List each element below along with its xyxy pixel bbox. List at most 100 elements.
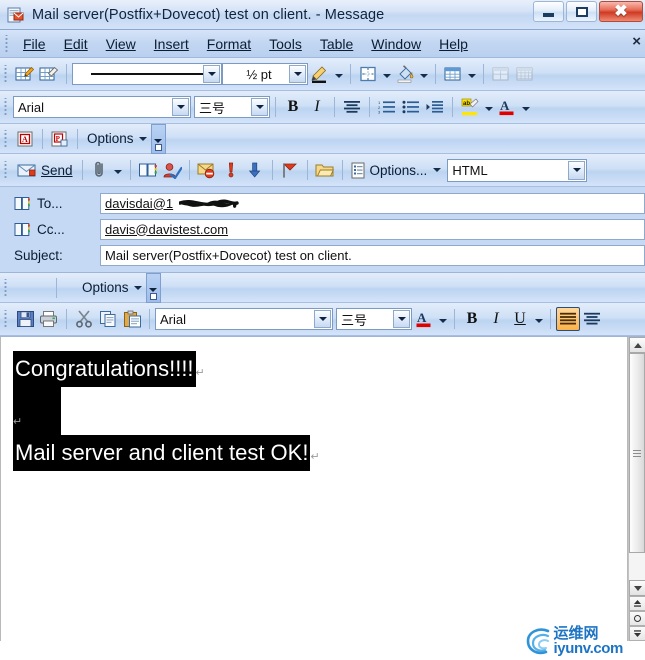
scrollbar-track[interactable] (629, 353, 645, 580)
cc-input[interactable]: davis@davistest.com (100, 218, 645, 240)
toolbar-options-overflow-top[interactable] (150, 123, 166, 154)
insert-file-icon[interactable] (313, 158, 337, 182)
next-page-button[interactable] (628, 626, 645, 641)
options-menu-bottom[interactable]: Options (78, 280, 146, 295)
draw-table-icon[interactable] (13, 62, 37, 86)
tables-toolbar-grip[interactable] (3, 65, 9, 83)
borders-dropdown-arrow[interactable] (380, 63, 393, 85)
font-color-dropdown-arrow[interactable] (519, 96, 532, 118)
font-color-icon[interactable]: A (495, 95, 519, 119)
font-name-dropdown-arrow[interactable] (172, 98, 189, 116)
italic-button[interactable]: I (305, 95, 329, 119)
close-button[interactable]: ✖ (599, 1, 643, 22)
menu-table[interactable]: Table (311, 34, 362, 54)
body-font-color-icon[interactable]: A (412, 307, 436, 331)
options-bottom-grip[interactable] (3, 278, 9, 297)
eraser-icon[interactable] (37, 62, 61, 86)
to-input[interactable]: davisdai@1 (100, 192, 645, 214)
address-book-icon[interactable] (136, 158, 160, 182)
split-cells-icon[interactable] (513, 62, 537, 86)
low-importance-icon[interactable] (243, 158, 267, 182)
numbering-icon[interactable]: 123 (375, 95, 399, 119)
menu-bar-grip[interactable] (4, 34, 10, 53)
font-size-dropdown-arrow[interactable] (251, 98, 268, 116)
menu-file[interactable]: File (14, 34, 55, 54)
merge-cells-icon[interactable] (489, 62, 513, 86)
border-color-dropdown-arrow[interactable] (332, 63, 345, 85)
field-shading-icon[interactable]: A (13, 127, 37, 151)
shading-color-icon[interactable] (393, 62, 417, 86)
subject-input[interactable]: Mail server(Postfix+Dovecot) test on cli… (100, 244, 645, 266)
body-font-name-dropdown-arrow[interactable] (314, 310, 331, 328)
align-center-icon[interactable] (340, 95, 364, 119)
border-color-icon[interactable] (308, 62, 332, 86)
save-icon[interactable] (13, 307, 37, 331)
menu-help[interactable]: Help (430, 34, 477, 54)
print-icon[interactable] (37, 307, 61, 331)
body-underline-dropdown-arrow[interactable] (532, 308, 545, 330)
vertical-scrollbar[interactable] (628, 337, 645, 641)
line-style-dropdown-arrow[interactable] (203, 65, 220, 83)
message-options-button[interactable]: Options... (348, 162, 444, 179)
increase-indent-icon[interactable] (423, 95, 447, 119)
font-name-combo[interactable]: Arial (13, 96, 191, 118)
close-document-icon[interactable]: × (632, 34, 641, 49)
paste-icon[interactable] (120, 307, 144, 331)
body-underline-button[interactable]: U (508, 307, 532, 331)
body-font-size-combo[interactable]: 三号 (336, 308, 412, 330)
minimize-button[interactable] (533, 1, 564, 22)
toolbar-options-overflow-bottom[interactable] (145, 272, 161, 303)
copy-icon[interactable] (96, 307, 120, 331)
body-bold-button[interactable]: B (460, 307, 484, 331)
menu-view[interactable]: View (97, 34, 145, 54)
scrollbar-thumb[interactable] (629, 353, 645, 553)
scroll-up-button[interactable] (629, 337, 645, 353)
cut-icon[interactable] (72, 307, 96, 331)
maximize-button[interactable] (566, 1, 597, 22)
body-font-color-dropdown-arrow[interactable] (436, 308, 449, 330)
menu-format[interactable]: Format (198, 34, 260, 54)
insert-table-dropdown-arrow[interactable] (465, 63, 478, 85)
line-weight-combo[interactable]: ½ pt (222, 63, 308, 85)
standard-toolbar-grip[interactable] (3, 310, 9, 328)
field-codes-icon[interactable]: P (48, 127, 72, 151)
align-justify-button[interactable] (556, 307, 580, 331)
body-font-name-combo[interactable]: Arial (155, 308, 333, 330)
cc-button[interactable]: Cc... (14, 222, 100, 237)
attach-file-icon[interactable] (88, 158, 112, 182)
previous-page-button[interactable] (628, 596, 645, 611)
select-browse-object-button[interactable] (628, 611, 645, 626)
message-format-dropdown-arrow[interactable] (568, 160, 586, 180)
body-italic-button[interactable]: I (484, 307, 508, 331)
message-body-editor[interactable]: Congratulations!!!! ↵ ↵ Mail server and c… (0, 337, 628, 641)
highlight-icon[interactable]: ab (458, 95, 482, 119)
send-button[interactable]: Send (13, 163, 77, 178)
options-menu-top[interactable]: Options (83, 131, 151, 146)
block-sender-icon[interactable] (195, 158, 219, 182)
borders-icon[interactable] (356, 62, 380, 86)
shading-color-dropdown-arrow[interactable] (417, 63, 430, 85)
insert-table-icon[interactable] (441, 62, 465, 86)
attach-dropdown-arrow[interactable] (112, 159, 125, 181)
body-font-size-dropdown-arrow[interactable] (393, 310, 410, 328)
align-center-button[interactable] (580, 307, 604, 331)
send-toolbar-grip[interactable] (3, 161, 9, 179)
font-size-combo[interactable]: 三号 (194, 96, 270, 118)
line-style-combo[interactable] (72, 63, 222, 85)
bold-button[interactable]: B (281, 95, 305, 119)
check-names-icon[interactable] (160, 158, 184, 182)
message-format-combo[interactable]: HTML (447, 158, 588, 182)
menu-tools[interactable]: Tools (260, 34, 311, 54)
to-button[interactable]: To... (14, 196, 100, 211)
follow-up-flag-icon[interactable] (278, 158, 302, 182)
scroll-down-button[interactable] (629, 580, 645, 596)
line-weight-dropdown-arrow[interactable] (289, 65, 306, 83)
highlight-dropdown-arrow[interactable] (482, 96, 495, 118)
high-importance-icon[interactable] (219, 158, 243, 182)
formatting-toolbar-grip[interactable] (3, 98, 9, 116)
bullets-icon[interactable] (399, 95, 423, 119)
options-top-grip[interactable] (3, 129, 9, 148)
menu-insert[interactable]: Insert (145, 34, 198, 54)
menu-window[interactable]: Window (362, 34, 430, 54)
menu-edit[interactable]: Edit (55, 34, 97, 54)
